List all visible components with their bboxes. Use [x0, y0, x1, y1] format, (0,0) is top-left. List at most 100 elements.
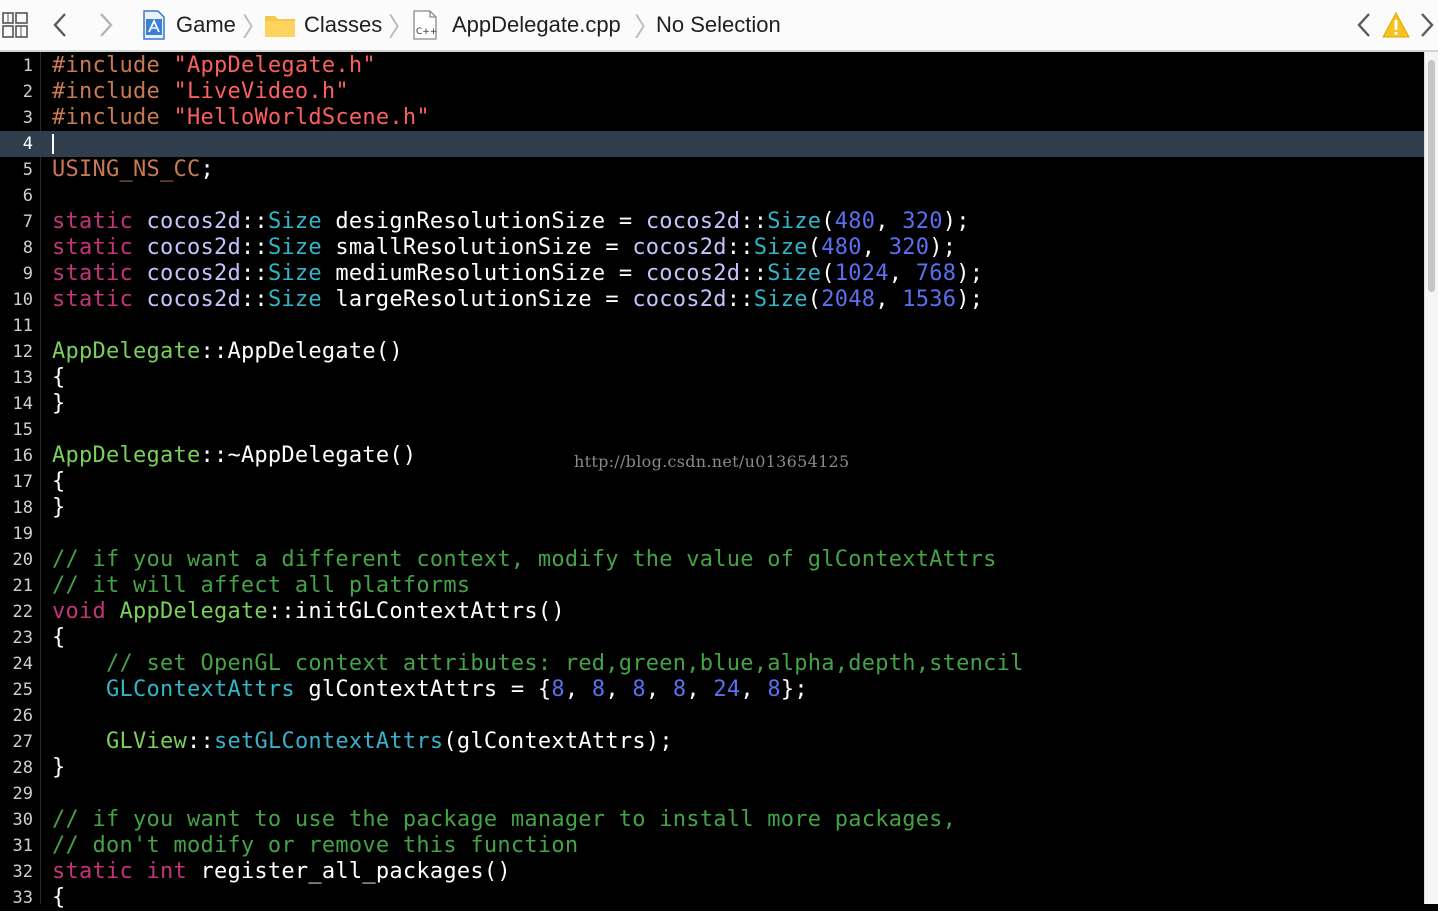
source-editor[interactable]: 1 #include "AppDelegate.h" 2 #include "Live…: [0, 52, 1424, 910]
code-text: static cocos2d::Size mediumResolutionSiz…: [52, 261, 983, 287]
related-items-grid-icon[interactable]: [0, 0, 30, 50]
code-line[interactable]: 15: [0, 417, 1424, 443]
code-line[interactable]: 30 // if you want to use the package mana…: [0, 807, 1424, 833]
code-token: cocos2d: [146, 235, 241, 260]
line-number: 5: [22, 160, 33, 180]
code-token: (: [821, 209, 835, 234]
previous-issue-button[interactable]: [1350, 0, 1378, 50]
code-token: );: [942, 209, 970, 234]
code-token: 320: [888, 235, 930, 260]
code-line[interactable]: 2 #include "LiveVideo.h": [0, 79, 1424, 105]
code-line[interactable]: 5 USING_NS_CC;: [0, 157, 1424, 183]
code-token: }: [52, 755, 66, 780]
code-token: AppDelegate: [52, 339, 201, 364]
line-number: 28: [12, 758, 33, 778]
jump-bar: Game 〉 Classes 〉 C++ AppDelegate.cpp 〉 N…: [0, 0, 1438, 52]
warning-triangle-icon[interactable]: [1380, 0, 1412, 50]
code-token: ::: [240, 209, 268, 234]
breadcrumb-file[interactable]: C++ AppDelegate.cpp: [412, 0, 621, 50]
code-token: Size: [267, 209, 322, 234]
code-line[interactable]: 26: [0, 703, 1424, 729]
code-line[interactable]: 14}: [0, 391, 1424, 417]
line-number: 14: [12, 394, 33, 414]
vertical-scrollbar[interactable]: [1424, 52, 1438, 904]
code-line[interactable]: 12 AppDelegate::AppDelegate(): [0, 339, 1424, 365]
code-text: {: [52, 469, 66, 495]
code-line[interactable]: 20 // if you want a different context, mo…: [0, 547, 1424, 573]
code-token: ,: [564, 677, 592, 702]
code-line[interactable]: 29: [0, 781, 1424, 807]
folder-icon: [264, 12, 296, 38]
code-token: designResolutionSize =: [321, 209, 646, 234]
code-token: ,: [861, 235, 889, 260]
line-number: 19: [12, 524, 33, 544]
code-token: 8: [591, 677, 606, 702]
code-text: GLView::setGLContextAttrs(glContextAttrs…: [52, 729, 673, 755]
breadcrumb-no-selection[interactable]: No Selection: [656, 0, 781, 50]
code-token: glContextAttrs = {: [294, 677, 552, 702]
code-token: 1024: [834, 261, 889, 286]
code-line[interactable]: 18}: [0, 495, 1424, 521]
code-line[interactable]: 4: [0, 131, 1424, 157]
code-text: static cocos2d::Size designResolutionSiz…: [52, 209, 970, 235]
code-line[interactable]: 22 void AppDelegate::initGLContextAttrs(): [0, 599, 1424, 625]
code-token: smallResolutionSize =: [321, 235, 633, 260]
code-text: void AppDelegate::initGLContextAttrs(): [52, 599, 565, 625]
code-token: Size: [767, 209, 822, 234]
scrollbar-thumb[interactable]: [1428, 60, 1435, 292]
line-number: 7: [22, 212, 33, 232]
code-token: #include: [52, 105, 174, 130]
code-text: }: [52, 495, 66, 521]
code-line[interactable]: 6: [0, 183, 1424, 209]
code-line[interactable]: 33 {: [0, 885, 1424, 911]
code-token: // set OpenGL context attributes: red,gr…: [105, 651, 1024, 676]
code-token: ,: [645, 677, 673, 702]
breadcrumb-classes[interactable]: Classes: [264, 0, 382, 50]
chevron-left-icon[interactable]: [46, 0, 74, 50]
code-line[interactable]: 19: [0, 521, 1424, 547]
code-token: Size: [767, 261, 822, 286]
code-token: ,: [888, 261, 916, 286]
code-line[interactable]: 27 GLView::setGLContextAttrs(glContextAt…: [0, 729, 1424, 755]
code-token: 480: [821, 235, 862, 260]
line-number: 16: [12, 446, 33, 466]
code-token: 1536: [902, 287, 957, 312]
code-line[interactable]: 24 // set OpenGL context attributes: red…: [0, 651, 1424, 677]
code-line[interactable]: 32 static int register_all_packages(): [0, 859, 1424, 885]
breadcrumb-game[interactable]: Game: [142, 0, 236, 50]
line-number: 8: [22, 238, 33, 258]
code-token: setGLContextAttrs: [213, 729, 444, 754]
line-number: 33: [12, 888, 33, 908]
code-line[interactable]: 7 static cocos2d::Size designResolutionSi…: [0, 209, 1424, 235]
line-number: 13: [12, 368, 33, 388]
code-line[interactable]: 9 static cocos2d::Size mediumResolutionSi…: [0, 261, 1424, 287]
code-text: AppDelegate::~AppDelegate(): [52, 443, 416, 469]
code-token: ::: [240, 235, 268, 260]
code-token: largeResolutionSize =: [321, 287, 633, 312]
code-line[interactable]: 3 #include "HelloWorldScene.h": [0, 105, 1424, 131]
code-line[interactable]: 17 {: [0, 469, 1424, 495]
code-line[interactable]: 28}: [0, 755, 1424, 781]
code-token: // don't modify or remove this function: [52, 833, 579, 858]
code-line[interactable]: 8 static cocos2d::Size smallResolutionSiz…: [0, 235, 1424, 261]
code-line[interactable]: 1 #include "AppDelegate.h": [0, 53, 1424, 79]
code-text: GLContextAttrs glContextAttrs = {8, 8, 8…: [52, 677, 808, 703]
chevron-right-icon[interactable]: [92, 0, 120, 50]
code-token: {: [52, 365, 66, 390]
line-number: 29: [12, 784, 33, 804]
code-line[interactable]: 13 {: [0, 365, 1424, 391]
code-token: ::: [740, 261, 768, 286]
code-text: static cocos2d::Size smallResolutionSize…: [52, 235, 956, 261]
code-line[interactable]: 31 // don't modify or remove this functio…: [0, 833, 1424, 859]
line-number: 12: [12, 342, 33, 362]
code-token: AppDelegate: [119, 599, 268, 624]
code-line[interactable]: 25 GLContextAttrs glContextAttrs = {8, 8…: [0, 677, 1424, 703]
code-token: cocos2d: [645, 261, 741, 286]
code-line[interactable]: 11: [0, 313, 1424, 339]
next-issue-button[interactable]: [1416, 0, 1438, 50]
code-line[interactable]: 10 static cocos2d::Size largeResolutionSi…: [0, 287, 1424, 313]
line-number: 2: [22, 82, 33, 102]
code-line[interactable]: 23 {: [0, 625, 1424, 651]
line-number: 32: [12, 862, 33, 882]
code-line[interactable]: 21 // it will affect all platforms: [0, 573, 1424, 599]
